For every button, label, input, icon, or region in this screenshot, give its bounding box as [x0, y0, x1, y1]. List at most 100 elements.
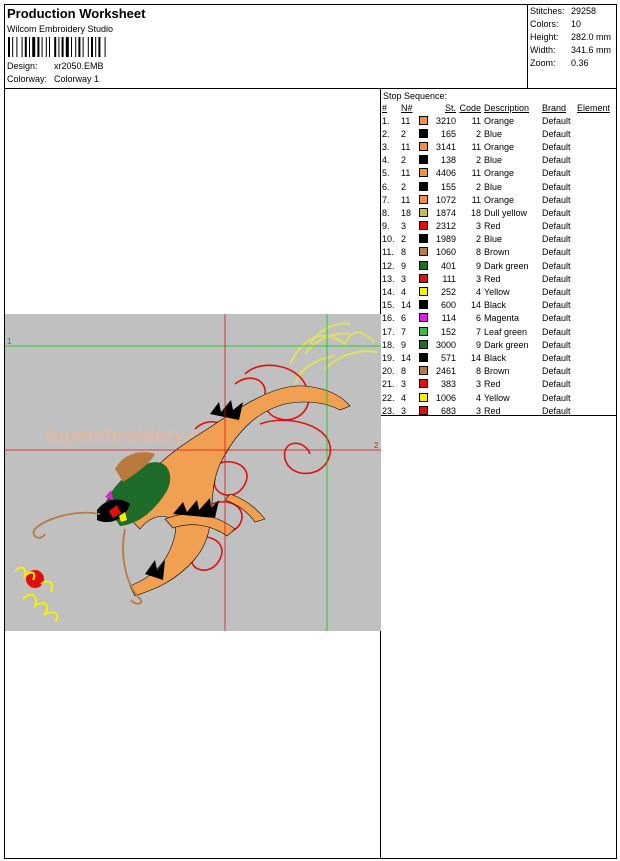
row-code: 4 — [475, 287, 481, 298]
row-description: Orange — [484, 115, 515, 126]
colorway-row: Colorway: Colorway 1 — [7, 74, 99, 84]
software-name: Wilcom Embroidery Studio — [7, 24, 114, 34]
row-index: 5. — [382, 168, 390, 179]
row-swatch — [419, 154, 431, 167]
table-row: 13. 3 111 3 Red Default — [382, 272, 615, 285]
color-swatch — [419, 273, 428, 283]
row-code: 9 — [475, 339, 481, 350]
color-swatch — [419, 141, 428, 151]
design-label: Design: — [7, 61, 38, 71]
row-needle: 3 — [401, 273, 407, 284]
stat-value: 282.0 mm — [571, 32, 612, 42]
row-description: Blue — [484, 155, 503, 166]
row-index: 6. — [382, 181, 390, 192]
row-code: 9 — [475, 260, 481, 271]
row-index: 20. — [382, 366, 395, 377]
barcode-image — [8, 37, 106, 57]
table-row: 15. 14 600 14 Black Default — [382, 299, 615, 312]
row-needle: 14 — [401, 300, 412, 311]
row-stitches: 3000 — [435, 339, 456, 350]
green-guide-label: 1 — [7, 337, 12, 346]
row-swatch — [419, 272, 431, 285]
row-element — [577, 140, 615, 153]
row-stitches: 138 — [440, 155, 456, 166]
row-element — [577, 325, 615, 338]
row-needle: 11 — [401, 168, 411, 179]
row-needle: 6 — [401, 313, 407, 324]
row-element — [577, 127, 615, 140]
row-description: Black — [484, 300, 507, 311]
col-header-code: Code — [459, 103, 481, 113]
color-swatch — [419, 287, 428, 297]
table-row: 19. 14 571 14 Black Default — [382, 351, 615, 364]
row-swatch — [419, 351, 431, 364]
table-row: 12. 9 401 9 Dark green Default — [382, 259, 615, 272]
row-code: 14 — [470, 300, 481, 311]
color-swatch — [419, 207, 428, 217]
row-code: 11 — [471, 115, 481, 126]
row-swatch — [419, 312, 431, 325]
row-description: Red — [484, 221, 501, 232]
row-element — [577, 167, 615, 180]
stat-label: Width: — [530, 45, 556, 55]
row-needle: 3 — [401, 405, 407, 416]
row-element — [577, 114, 615, 127]
row-needle: 9 — [401, 260, 407, 271]
row-index: 8. — [382, 207, 390, 218]
row-element — [577, 351, 615, 364]
row-stitches: 1060 — [435, 247, 456, 258]
page-title: Production Worksheet — [7, 6, 146, 21]
row-brand: Default — [542, 194, 571, 205]
row-index: 15. — [382, 300, 395, 311]
table-row: 17. 7 152 7 Leaf green Default — [382, 325, 615, 338]
row-code: 11 — [471, 194, 481, 205]
row-brand: Default — [542, 221, 571, 232]
embroidery-design-preview: topembroidery.com 1 2 — [5, 314, 381, 631]
row-brand: Default — [542, 128, 571, 139]
row-code: 11 — [471, 168, 481, 179]
color-swatch — [419, 260, 428, 270]
table-row: 3. 11 3141 11 Orange Default — [382, 140, 615, 153]
row-code: 8 — [475, 247, 481, 258]
color-swatch — [419, 313, 428, 323]
row-needle: 11 — [401, 115, 411, 126]
row-brand: Default — [542, 155, 571, 166]
row-description: Dark green — [484, 339, 529, 350]
row-index: 19. — [382, 352, 395, 363]
row-swatch — [419, 127, 431, 140]
row-element — [577, 404, 615, 417]
table-row: 11. 8 1060 8 Brown Default — [382, 246, 615, 259]
row-stitches: 600 — [440, 300, 456, 311]
row-stitches: 165 — [440, 128, 456, 139]
row-code: 6 — [475, 313, 481, 324]
table-row: 22. 4 1006 4 Yellow Default — [382, 391, 615, 404]
row-needle: 2 — [401, 155, 407, 166]
red-guide-label: 2 — [374, 441, 379, 450]
row-description: Red — [484, 405, 501, 416]
table-row: 21. 3 383 3 Red Default — [382, 378, 615, 391]
col-header-brand: Brand — [542, 103, 567, 113]
row-needle: 4 — [401, 287, 407, 298]
table-header-row: # N# St. Code Description Brand Element — [382, 102, 615, 114]
row-swatch — [419, 404, 431, 417]
row-brand: Default — [542, 247, 571, 258]
row-brand: Default — [542, 352, 571, 363]
row-swatch — [419, 378, 431, 391]
row-element — [577, 193, 615, 206]
row-brand: Default — [542, 115, 571, 126]
stat-label: Zoom: — [530, 58, 556, 68]
row-description: Yellow — [484, 392, 510, 403]
row-code: 8 — [475, 366, 481, 377]
row-element — [577, 312, 615, 325]
color-swatch — [419, 234, 428, 244]
row-swatch — [419, 365, 431, 378]
row-description: Brown — [484, 247, 510, 258]
row-stitches: 1072 — [435, 194, 456, 205]
col-header-needle: N# — [401, 103, 413, 113]
table-row: 16. 6 114 6 Magenta Default — [382, 312, 615, 325]
row-brand: Default — [542, 405, 571, 416]
row-brand: Default — [542, 313, 571, 324]
row-code: 4 — [475, 392, 481, 403]
row-stitches: 4406 — [435, 168, 456, 179]
row-stitches: 155 — [440, 181, 456, 192]
